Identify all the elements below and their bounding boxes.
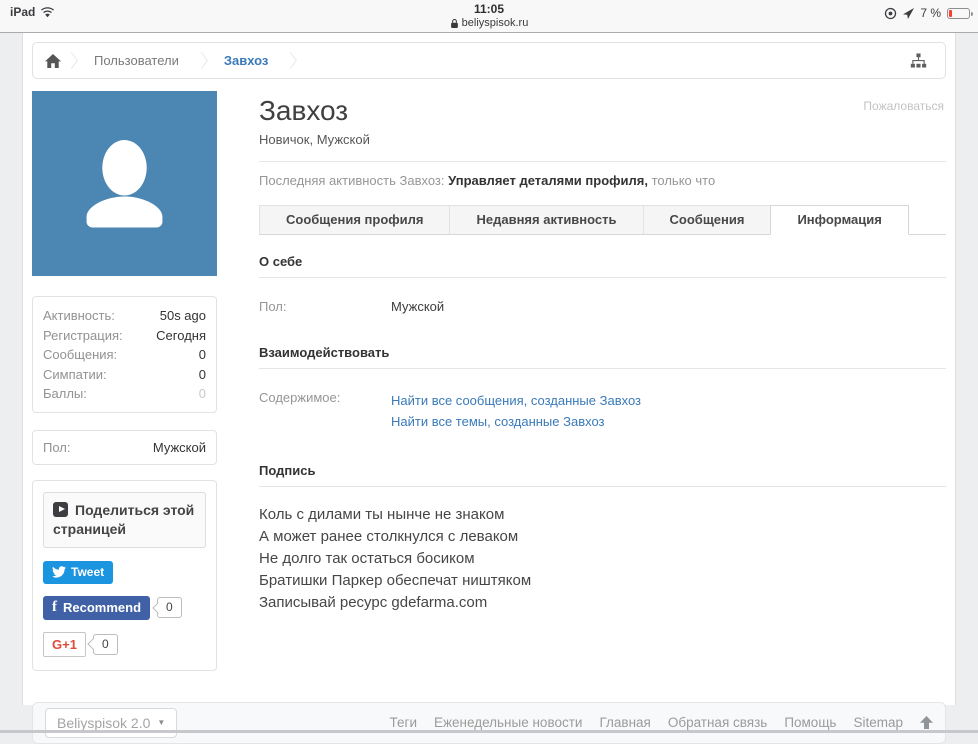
battery-percent: 7 %: [920, 6, 941, 20]
footer-link-weekly-news[interactable]: Еженедельные новости: [434, 715, 582, 730]
gender-value: Мужской: [153, 440, 206, 455]
breadcrumb-current-user[interactable]: Завхоз: [208, 53, 285, 68]
twitter-bird-icon: [52, 566, 66, 578]
stat-row-registration: Регистрация: Сегодня: [43, 326, 206, 346]
battery-icon: [947, 8, 970, 19]
section-interact: Взаимодействовать Содержимое: Найти все …: [259, 345, 946, 432]
footer-link-help[interactable]: Помощь: [784, 715, 836, 730]
gender-box: Пол: Мужской: [32, 430, 217, 465]
tweet-label: Tweet: [71, 565, 104, 579]
report-link[interactable]: Пожаловаться: [863, 99, 944, 113]
gplus-count-bubble: 0: [93, 634, 118, 655]
home-icon: [45, 54, 61, 68]
tab-recent-activity[interactable]: Недавняя активность: [449, 205, 643, 234]
orientation-lock-icon: [884, 7, 897, 20]
google-plus-one-button[interactable]: G+1: [43, 632, 86, 657]
recommend-count-bubble: 0: [157, 597, 182, 618]
interact-content-row: Содержимое: Найти все сообщения, созданн…: [259, 390, 946, 432]
page-title-username: Завхоз: [259, 95, 946, 127]
ios-status-bar: iPad 11:05 beliyspisok.ru: [0, 0, 978, 33]
section-about: О себе Пол: Мужской: [259, 254, 946, 314]
share-icon: [53, 502, 68, 517]
tab-postings[interactable]: Сообщения: [643, 205, 772, 234]
avatar[interactable]: [32, 91, 217, 276]
breadcrumb-separator: [195, 52, 208, 69]
last-activity-line: Последняя активность Завхоз: Управляет д…: [259, 173, 946, 188]
footer-link-sitemap[interactable]: Sitemap: [853, 715, 903, 730]
tab-information[interactable]: Информация: [770, 205, 908, 235]
footer-link-tags[interactable]: Теги: [390, 715, 417, 730]
user-stats-box: Активность: 50s ago Регистрация: Сегодня…: [32, 296, 217, 413]
chevron-down-icon: ▼: [157, 718, 165, 727]
tweet-button[interactable]: Tweet: [43, 561, 113, 584]
sitemap-icon[interactable]: [904, 49, 933, 72]
footer-link-home[interactable]: Главная: [599, 715, 650, 730]
scroll-to-top-icon[interactable]: [920, 716, 933, 729]
profile-main: Пожаловаться Завхоз Новичок, Мужской Пос…: [259, 91, 946, 614]
user-subtitle: Новичок, Мужской: [259, 132, 946, 147]
find-all-threads-link[interactable]: Найти все темы, созданные Завхоз: [391, 411, 641, 432]
footer-link-contact[interactable]: Обратная связь: [668, 715, 767, 730]
profile-sidebar: Активность: 50s ago Регистрация: Сегодня…: [32, 91, 217, 671]
share-box: Поделиться этой страницей Tweet f Recomm…: [32, 480, 217, 671]
location-arrow-icon: [903, 8, 914, 19]
find-all-posts-link[interactable]: Найти все сообщения, созданные Завхоз: [391, 390, 641, 411]
avatar-person-icon: [102, 140, 146, 196]
section-signature: Подпись Коль с дилами ты нынче не знаком…: [259, 463, 946, 614]
gender-label: Пол:: [43, 440, 71, 455]
recommend-label: Recommend: [63, 600, 141, 615]
section-about-title: О себе: [259, 254, 946, 278]
clock: 11:05: [0, 2, 978, 16]
facebook-recommend-button[interactable]: f Recommend: [43, 596, 150, 620]
https-lock-icon: [450, 18, 459, 29]
section-signature-title: Подпись: [259, 463, 946, 487]
breadcrumb-users[interactable]: Пользователи: [78, 53, 195, 68]
section-interact-title: Взаимодействовать: [259, 345, 946, 369]
forum-page: Пользователи Завхоз: [22, 33, 956, 705]
share-page-button[interactable]: Поделиться этой страницей: [43, 492, 206, 548]
home-breadcrumb[interactable]: [45, 54, 65, 68]
stat-row-points: Баллы: 0: [43, 384, 206, 404]
about-gender-row: Пол: Мужской: [259, 299, 946, 314]
footer-bar: Beliyspisok 2.0 ▼ Теги Еженедельные ново…: [32, 702, 946, 744]
header-divider: [259, 161, 946, 162]
signature-text: Коль с дилами ты нынче не знаком А может…: [259, 504, 946, 614]
stat-row-likes: Симпатии: 0: [43, 365, 206, 385]
tab-profile-posts[interactable]: Сообщения профиля: [259, 205, 450, 234]
breadcrumb: Пользователи Завхоз: [32, 42, 946, 79]
breadcrumb-separator: [285, 52, 298, 69]
stat-row-activity: Активность: 50s ago: [43, 306, 206, 326]
breadcrumb-separator: [65, 52, 78, 69]
style-chooser-button[interactable]: Beliyspisok 2.0 ▼: [45, 708, 177, 738]
stat-row-messages: Сообщения: 0: [43, 345, 206, 365]
url-domain[interactable]: beliyspisok.ru: [462, 17, 529, 29]
profile-tabs: Сообщения профиля Недавняя активность Со…: [259, 205, 946, 235]
facebook-f-icon: f: [52, 601, 57, 614]
